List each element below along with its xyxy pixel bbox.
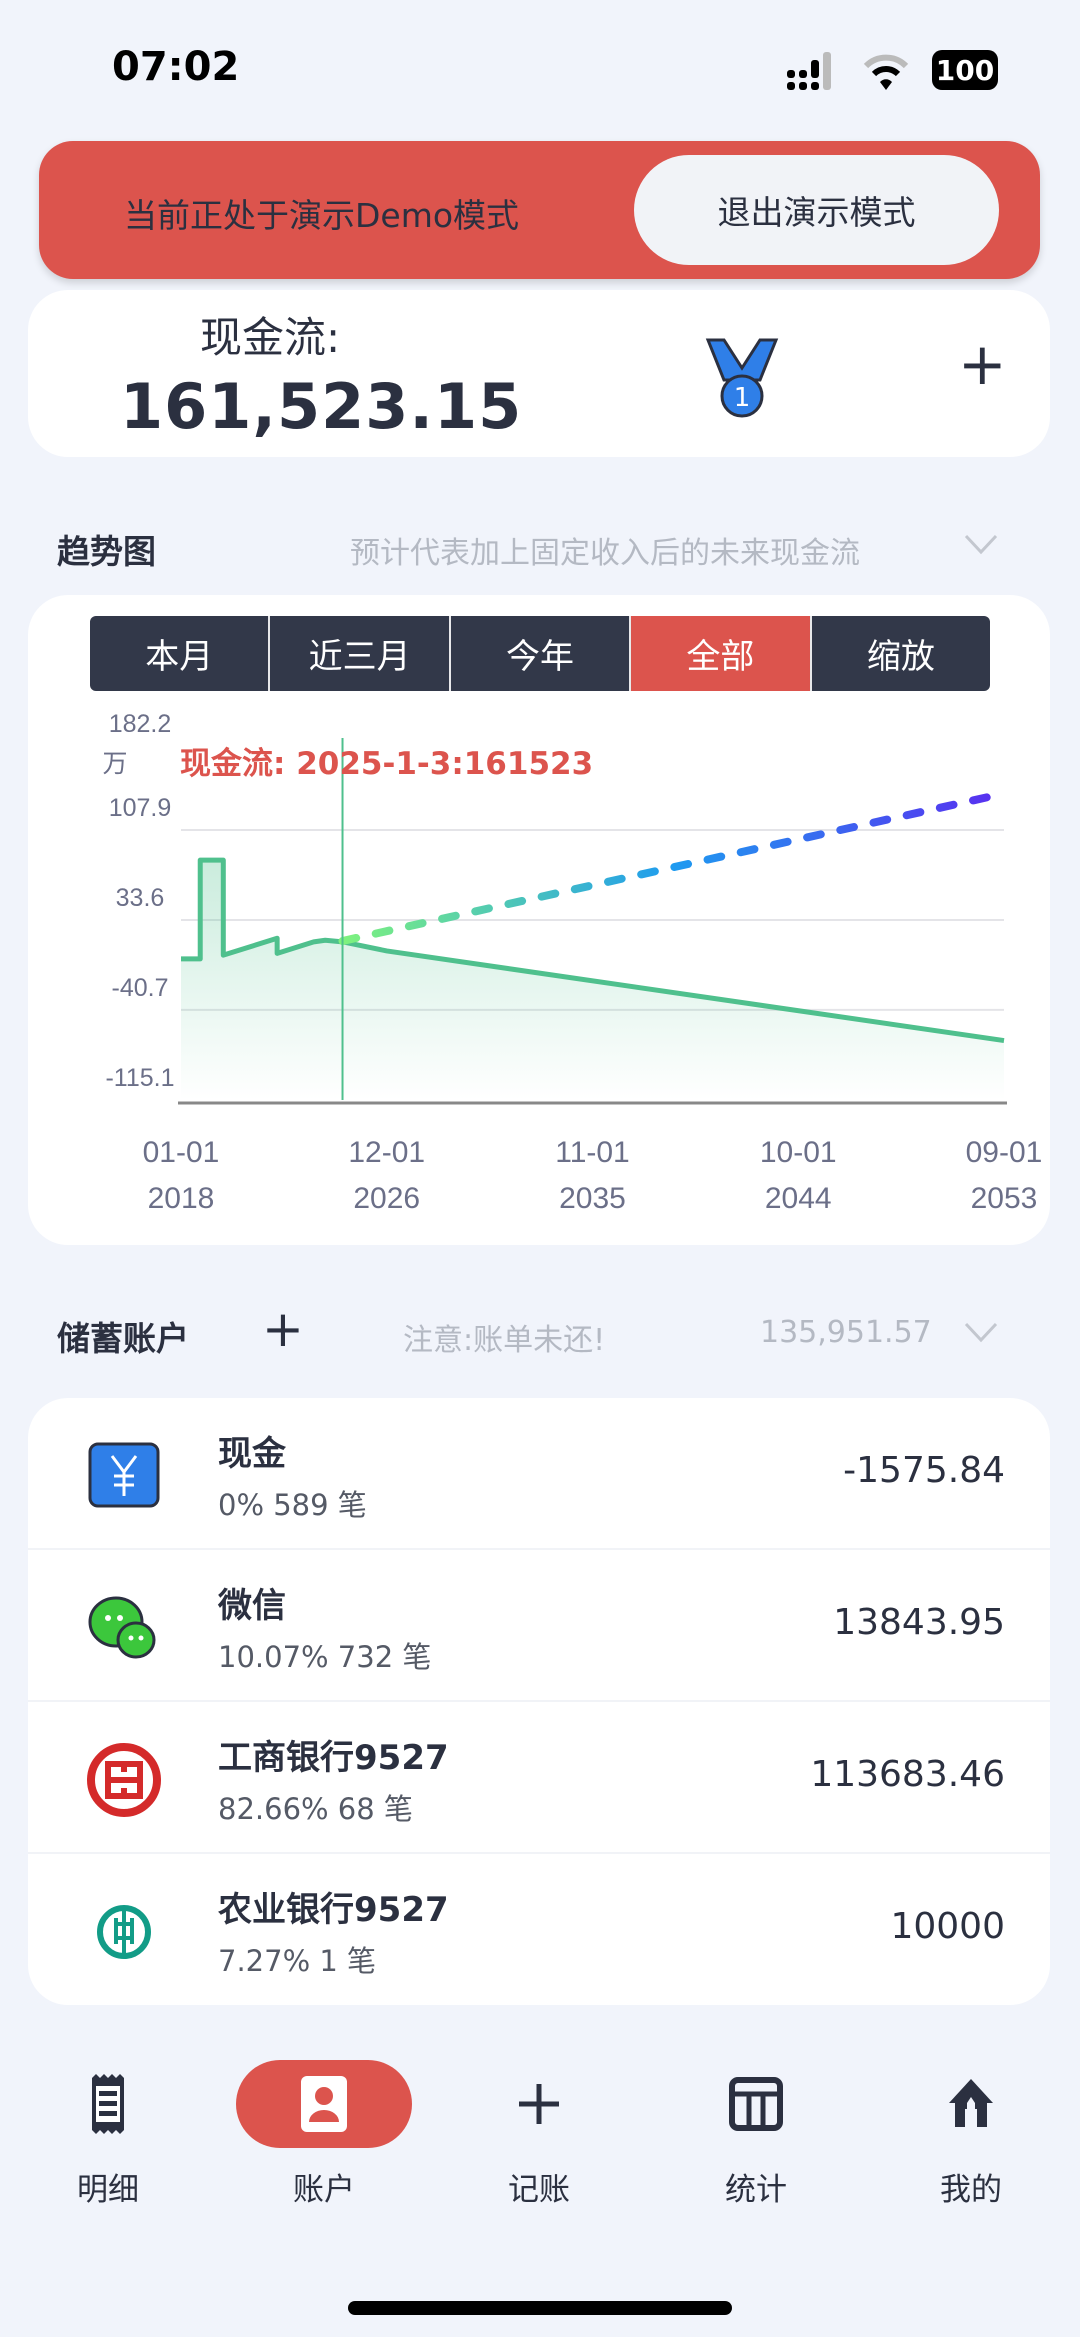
account-stats: 10.07% 732 笔 xyxy=(218,1640,432,1674)
wechat-icon xyxy=(88,1596,156,1659)
battery-level: 100 xyxy=(935,53,995,87)
account-stats: 7.27% 1 笔 xyxy=(218,1944,377,1978)
account-stats: 82.66% 68 笔 xyxy=(218,1792,413,1826)
trend-chevron-down-icon[interactable] xyxy=(963,532,999,556)
cursor-tooltip: 现金流: 2025-1-3:161523 xyxy=(180,746,593,782)
cashflow-amount: 161,523.15 xyxy=(120,370,523,443)
nav-label: 记账 xyxy=(508,2172,570,2208)
trend-hint: 预计代表加上固定收入后的未来现金流 xyxy=(350,536,860,571)
x-tick-label: 09-01 xyxy=(966,1136,1043,1169)
icbc-icon xyxy=(87,1743,161,1817)
x-tick-label: 01-01 xyxy=(143,1136,220,1169)
stats-table-icon xyxy=(729,2077,783,2131)
account-name: 农业银行9527 xyxy=(218,1890,449,1930)
account-row[interactable]: 工商银行9527 82.66% 68 笔 113683.46 xyxy=(28,1702,1050,1854)
demo-banner: 当前正处于演示Demo模式 退出演示模式 xyxy=(39,141,1040,279)
account-row[interactable]: 现金 0% 589 笔 -1575.84 xyxy=(28,1398,1050,1550)
account-name: 现金 xyxy=(218,1434,286,1474)
cashflow-chart[interactable]: 182.2 107.9 33.6 -40.7 -115.1 万 01-01 2018 12-01… xyxy=(0,700,1080,1245)
account-balance: 13843.95 xyxy=(833,1602,1005,1643)
account-stats: 0% 589 笔 xyxy=(218,1488,367,1522)
y-unit-label: 万 xyxy=(102,749,127,778)
nav-item-2[interactable]: 记账 xyxy=(449,2056,629,2208)
plus-icon xyxy=(519,2084,559,2124)
account-balance: 10000 xyxy=(890,1906,1005,1947)
tab-2[interactable]: 今年 xyxy=(450,616,632,691)
medal-number: 1 xyxy=(734,383,751,413)
x-tick-label: 12-01 xyxy=(348,1136,425,1169)
account-row[interactable]: 农业银行9527 7.27% 1 笔 10000 xyxy=(28,1854,1050,2005)
battery-icon: 100 xyxy=(932,50,998,90)
x-tick-year: 2018 xyxy=(148,1182,215,1215)
savings-chevron-down-icon[interactable] xyxy=(963,1320,999,1344)
cashflow-card: 现金流: 161,523.15 1 + xyxy=(28,290,1050,457)
x-tick-year: 2035 xyxy=(559,1182,626,1215)
exit-demo-button[interactable]: 退出演示模式 xyxy=(634,155,999,265)
x-tick-label: 10-01 xyxy=(760,1136,837,1169)
nav-label: 统计 xyxy=(725,2172,787,2208)
account-balance: -1575.84 xyxy=(843,1450,1005,1491)
x-tick-year: 2044 xyxy=(765,1182,832,1215)
trend-title: 趋势图 xyxy=(57,532,156,571)
add-cashflow-button[interactable]: + xyxy=(958,330,1007,398)
x-tick-label: 11-01 xyxy=(555,1136,630,1169)
account-name: 工商银行9527 xyxy=(218,1738,449,1778)
savings-title: 储蓄账户 xyxy=(57,1319,189,1358)
medal-icon[interactable]: 1 xyxy=(704,336,780,420)
account-row[interactable]: 微信 10.07% 732 笔 13843.95 xyxy=(28,1550,1050,1702)
tab-0[interactable]: 本月 xyxy=(90,616,271,691)
y-tick-label: 107.9 xyxy=(109,794,172,822)
savings-notice: 注意:账单未还! xyxy=(403,1323,606,1358)
y-tick-label: 33.6 xyxy=(116,884,165,912)
account-list: 现金 0% 589 笔 -1575.84 微信 10.07% 732 笔 138… xyxy=(28,1398,1050,2005)
x-tick-year: 2026 xyxy=(353,1182,420,1215)
tab-4[interactable]: 缩放 xyxy=(811,616,990,691)
signal-icon xyxy=(787,52,831,90)
nav-label: 账户 xyxy=(293,2172,355,2208)
tab-3[interactable]: 全部 xyxy=(631,616,812,691)
yuan-icon xyxy=(88,1442,160,1508)
account-person-icon xyxy=(301,2076,347,2132)
list-receipt-icon xyxy=(92,2074,124,2134)
nav-label: 我的 xyxy=(940,2172,1002,2208)
nav-item-1[interactable]: 账户 xyxy=(234,2056,414,2208)
wifi-icon xyxy=(863,54,909,90)
nav-item-0[interactable]: 明细 xyxy=(18,2056,198,2208)
tab-1[interactable]: 近三月 xyxy=(270,616,451,691)
home-indicator[interactable] xyxy=(348,2301,732,2315)
savings-total: 135,951.57 xyxy=(760,1315,932,1350)
y-tick-label: 182.2 xyxy=(109,710,172,738)
account-balance: 113683.46 xyxy=(810,1754,1005,1795)
nav-item-4[interactable]: 我的 xyxy=(881,2056,1061,2208)
range-tabs: 本月 近三月 今年 全部 缩放 xyxy=(90,616,990,691)
cashflow-label: 现金流: xyxy=(200,313,341,362)
demo-mode-text: 当前正处于演示Demo模式 xyxy=(124,196,520,235)
abc-bank-icon xyxy=(97,1905,151,1959)
status-time: 07:02 xyxy=(112,44,240,90)
nav-label: 明细 xyxy=(77,2172,139,2208)
projected-cashflow-line xyxy=(338,789,1008,946)
account-name: 微信 xyxy=(218,1586,286,1626)
home-icon xyxy=(949,2079,993,2127)
nav-item-3[interactable]: 统计 xyxy=(666,2056,846,2208)
y-tick-label: -115.1 xyxy=(105,1064,174,1092)
x-tick-year: 2053 xyxy=(971,1182,1038,1215)
add-account-button[interactable]: + xyxy=(262,1300,304,1358)
y-tick-label: -40.7 xyxy=(112,974,169,1002)
